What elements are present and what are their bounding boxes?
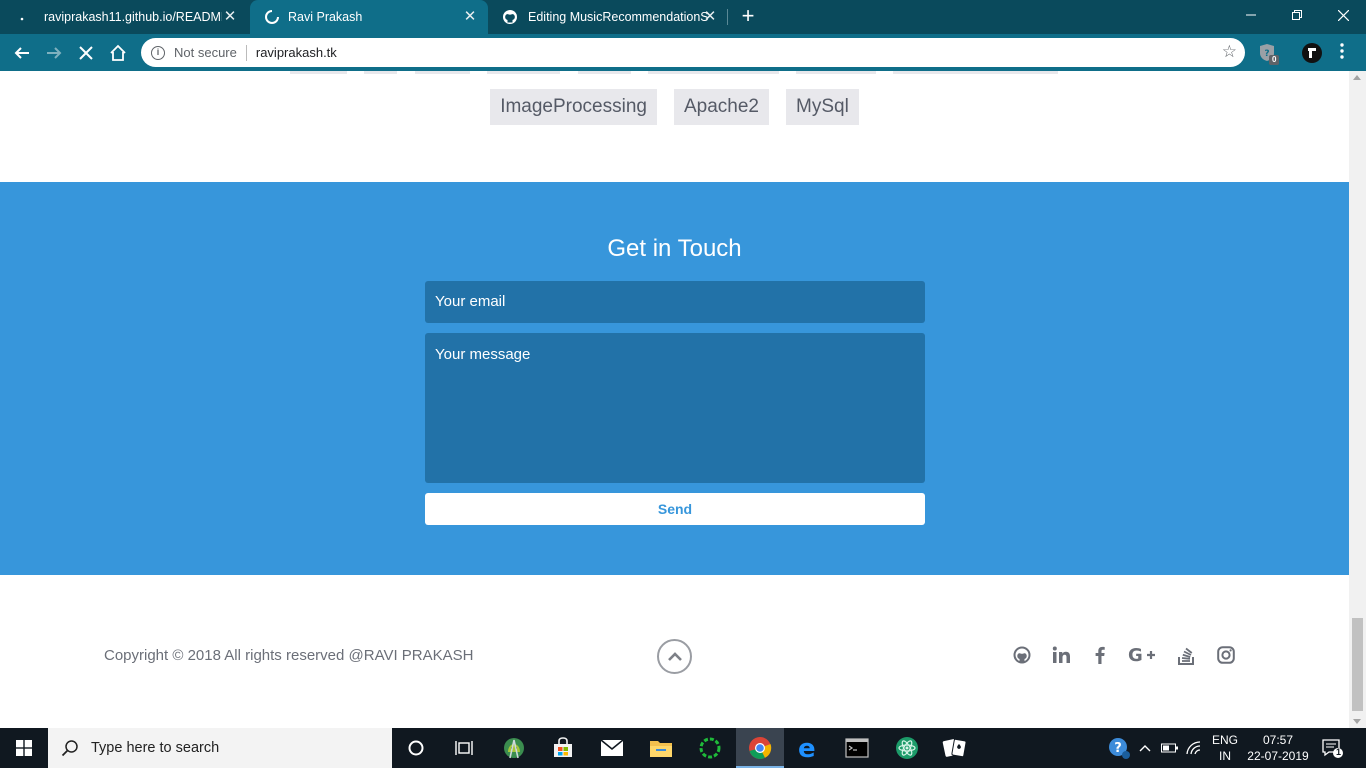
- message-field[interactable]: Your message: [425, 333, 925, 483]
- solitaire-icon[interactable]: [931, 728, 979, 768]
- home-button[interactable]: [105, 40, 131, 66]
- svg-text:?: ?: [1114, 741, 1122, 756]
- email-field[interactable]: Your email: [425, 281, 925, 323]
- app-ring-icon[interactable]: [686, 728, 734, 768]
- browser-tab-strip: raviprakash11.github.io/README ✕ Ravi Pr…: [0, 0, 1366, 34]
- skill-chip: Apache2: [673, 89, 769, 125]
- search-icon: [61, 740, 78, 757]
- page-viewport: ImageProcessing Apache2 MySql Get in Tou…: [0, 71, 1349, 728]
- tab-title: raviprakash11.github.io/README: [44, 10, 222, 24]
- tab-readme[interactable]: raviprakash11.github.io/README ✕: [0, 0, 248, 34]
- notification-count: 1: [1336, 747, 1342, 757]
- skills-list: ImageProcessing Apache2 MySql: [0, 89, 1349, 125]
- store-icon[interactable]: [539, 728, 587, 768]
- skill-chip-partial: [290, 71, 347, 74]
- skill-chip: ImageProcessing: [490, 89, 657, 125]
- cortana-icon[interactable]: [392, 728, 440, 768]
- copyright-text: Copyright © 2018 All rights reserved @RA…: [104, 647, 474, 664]
- github-icon: [502, 9, 518, 25]
- scroll-down-arrow-icon[interactable]: [1353, 719, 1361, 724]
- tab-title: Ravi Prakash: [288, 10, 363, 24]
- scroll-to-top-button[interactable]: [657, 639, 692, 674]
- scroll-up-arrow-icon[interactable]: [1353, 75, 1361, 80]
- svg-text:?: ?: [1264, 49, 1269, 59]
- tab-title: Editing MusicRecommendationSy: [528, 10, 708, 24]
- clock-time: 07:57: [1262, 733, 1294, 747]
- security-label: Not secure: [174, 45, 237, 60]
- stop-loading-button[interactable]: [73, 40, 99, 66]
- help-tray-icon[interactable]: ?: [1107, 728, 1133, 768]
- tab-close-icon[interactable]: ✕: [702, 9, 718, 25]
- facebook-icon[interactable]: [1089, 644, 1111, 666]
- language-indicator[interactable]: ENG IN: [1210, 732, 1240, 764]
- svg-text:G: G: [1128, 646, 1143, 664]
- skill-chip-partial: [648, 71, 779, 74]
- extension-shield-icon[interactable]: ? 0: [1257, 42, 1279, 65]
- chevron-up-icon: [667, 651, 682, 661]
- instagram-icon[interactable]: [1215, 644, 1237, 666]
- minimize-button[interactable]: [1228, 0, 1274, 30]
- taskbar-search-box[interactable]: Type here to search: [48, 728, 392, 768]
- skill-chip-partial: [893, 71, 1058, 74]
- region-code: IN: [1219, 749, 1231, 763]
- windows-taskbar: Type here to search e ? ENG IN 07:57 22-…: [0, 728, 1366, 768]
- skill-chip-partial: [487, 71, 560, 74]
- edge-icon[interactable]: e: [785, 728, 833, 768]
- mail-icon[interactable]: [588, 728, 636, 768]
- chrome-menu-icon[interactable]: [1339, 42, 1361, 64]
- chrome-taskbar-icon[interactable]: [736, 728, 784, 768]
- atom-editor-icon[interactable]: [883, 728, 931, 768]
- windows-logo-icon: [16, 740, 32, 756]
- action-center-icon[interactable]: 1: [1320, 728, 1350, 768]
- contact-heading: Get in Touch: [607, 235, 742, 262]
- clock-date: 22-07-2019: [1247, 749, 1309, 763]
- skill-chip-partial: [364, 71, 397, 74]
- file-explorer-icon[interactable]: [637, 728, 685, 768]
- start-button[interactable]: [0, 728, 48, 768]
- command-prompt-icon[interactable]: [833, 728, 881, 768]
- restore-button[interactable]: [1274, 0, 1320, 30]
- page-scrollbar[interactable]: [1349, 71, 1366, 728]
- language-code: ENG: [1211, 733, 1238, 747]
- linkedin-icon[interactable]: [1051, 644, 1073, 666]
- stack-overflow-icon[interactable]: [1175, 644, 1197, 666]
- wifi-icon[interactable]: [1186, 728, 1208, 768]
- show-hidden-icons-chevron-up-icon[interactable]: [1139, 728, 1155, 768]
- tab-close-icon[interactable]: ✕: [462, 9, 478, 25]
- contact-section: Get in Touch Your email Your message Sen…: [0, 182, 1349, 575]
- tab-separator: [727, 9, 728, 25]
- tab-close-icon[interactable]: ✕: [222, 9, 238, 25]
- tab-ravi-prakash[interactable]: Ravi Prakash ✕: [250, 0, 488, 34]
- github-icon[interactable]: [1011, 644, 1033, 666]
- tab-github-editing[interactable]: Editing MusicRecommendationSy ✕: [488, 0, 728, 34]
- skill-chip-partial: [415, 71, 470, 74]
- skill-chip-partial: [578, 71, 631, 74]
- battery-icon[interactable]: [1161, 728, 1183, 768]
- url-text[interactable]: raviprakash.tk: [256, 45, 337, 60]
- address-divider: [245, 44, 247, 61]
- extension-badge: 0: [1272, 55, 1277, 64]
- bookmark-star-icon[interactable]: ☆: [1222, 43, 1237, 61]
- new-tab-button[interactable]: +: [737, 5, 759, 28]
- skill-chip-partial: [796, 71, 876, 74]
- android-studio-icon[interactable]: [490, 728, 538, 768]
- task-view-icon[interactable]: [440, 728, 488, 768]
- page-favicon-icon: [14, 9, 30, 25]
- address-bar[interactable]: i Not secure raviprakash.tk ☆: [141, 38, 1245, 67]
- scrollbar-thumb[interactable]: [1352, 618, 1363, 711]
- google-plus-icon[interactable]: G: [1127, 644, 1157, 666]
- forward-button[interactable]: [41, 40, 67, 66]
- close-window-button[interactable]: [1320, 0, 1366, 30]
- extension-avatar-icon[interactable]: [1301, 42, 1323, 64]
- back-button[interactable]: [9, 40, 35, 66]
- send-button[interactable]: Send: [425, 493, 925, 525]
- browser-toolbar: i Not secure raviprakash.tk ☆ ? 0: [0, 34, 1366, 71]
- info-icon[interactable]: i: [151, 45, 165, 60]
- search-placeholder: Type here to search: [91, 740, 220, 756]
- svg-text:e: e: [798, 736, 816, 760]
- loading-spinner-icon: [264, 9, 280, 25]
- skill-chip: MySql: [786, 89, 859, 125]
- taskbar-clock[interactable]: 07:57 22-07-2019: [1246, 732, 1310, 764]
